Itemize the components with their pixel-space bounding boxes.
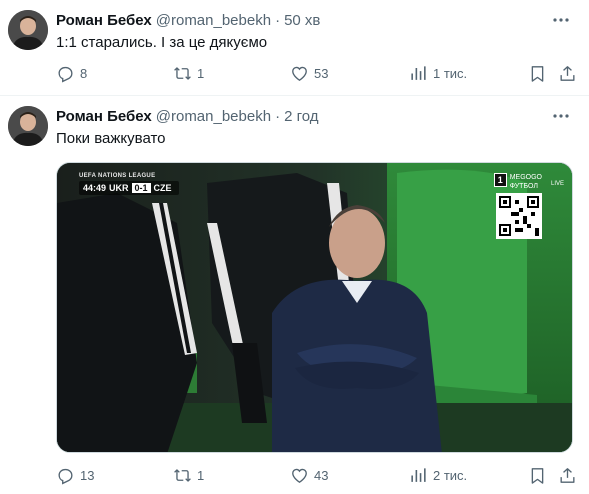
- share-button[interactable]: [558, 464, 577, 486]
- match-clock: 44:49: [83, 183, 107, 193]
- reply-count: 13: [80, 467, 95, 483]
- timestamp[interactable]: 50 хв: [284, 12, 320, 29]
- views-count: 2 тис.: [433, 467, 468, 483]
- views-count: 1 тис.: [433, 65, 468, 81]
- reply-button[interactable]: 13: [56, 464, 94, 486]
- reply-count: 8: [80, 65, 88, 81]
- tweet-media[interactable]: UEFA NATIONS LEAGUE 44:49 UKR 0-1 CZE 1 …: [56, 162, 573, 453]
- repost-button[interactable]: 1: [173, 62, 204, 84]
- separator: ·: [275, 107, 281, 125]
- views-button[interactable]: 2 тис.: [409, 464, 467, 486]
- tweet-actions: 13 1 43 2 тис.: [56, 464, 581, 486]
- heart-icon: [292, 66, 307, 81]
- repost-icon: [174, 468, 191, 482]
- views-icon: [411, 467, 426, 482]
- bookmark-icon: [531, 467, 544, 484]
- more-icon[interactable]: [551, 108, 571, 124]
- home-team: UKR: [109, 183, 129, 193]
- scoreboard-overlay: UEFA NATIONS LEAGUE 44:49 UKR 0-1 CZE: [79, 173, 179, 195]
- views-icon: [411, 65, 426, 80]
- reply-icon: [58, 66, 73, 82]
- tweet[interactable]: Роман Бебех @roman_bebekh · 2 год Поки в…: [0, 96, 589, 494]
- author-handle[interactable]: @roman_bebekh: [156, 12, 271, 29]
- bookmark-button[interactable]: [528, 62, 547, 84]
- broadcaster-sub: ФУТБОЛ: [509, 183, 538, 190]
- more-icon[interactable]: [551, 12, 571, 28]
- score: 0-1: [131, 183, 151, 193]
- qr-code-icon: [496, 193, 542, 239]
- reply-button[interactable]: 8: [56, 62, 87, 84]
- score-row: 44:49 UKR 0-1 CZE: [79, 181, 179, 195]
- repost-count: 1: [197, 65, 205, 81]
- timestamp[interactable]: 2 год: [284, 108, 318, 125]
- author-handle[interactable]: @roman_bebekh: [156, 108, 271, 125]
- tweet[interactable]: Роман Бебех @roman_bebekh · 50 хв 1:1 ст…: [0, 0, 589, 96]
- repost-button[interactable]: 1: [173, 464, 204, 486]
- author-name[interactable]: Роман Бебех: [56, 108, 152, 125]
- repost-count: 1: [197, 467, 205, 483]
- channel-number: 1: [493, 173, 507, 187]
- tweet-header: Роман Бебех @roman_bebekh · 50 хв: [56, 10, 320, 30]
- broadcaster-name: MEGOGO: [509, 174, 542, 181]
- views-button[interactable]: 1 тис.: [409, 62, 467, 84]
- reply-icon: [58, 468, 73, 484]
- avatar[interactable]: [8, 106, 48, 146]
- author-name[interactable]: Роман Бебех: [56, 12, 152, 29]
- tweet-actions: 8 1 53 1 тис.: [56, 62, 581, 84]
- like-button[interactable]: 43: [290, 464, 328, 486]
- bookmark-icon: [531, 65, 544, 82]
- bookmark-button[interactable]: [528, 464, 547, 486]
- away-team: CZE: [153, 183, 172, 193]
- tweet-header: Роман Бебех @roman_bebekh · 2 год: [56, 106, 318, 126]
- heart-icon: [292, 468, 307, 483]
- like-count: 43: [314, 467, 329, 483]
- like-count: 53: [314, 65, 329, 81]
- separator: ·: [275, 11, 281, 29]
- league-label: UEFA NATIONS LEAGUE: [79, 173, 156, 179]
- share-icon: [560, 65, 575, 81]
- repost-icon: [174, 66, 191, 80]
- live-label: LIVE: [550, 181, 564, 187]
- broadcaster-overlay: 1 MEGOGO ФУТБОЛ LIVE: [493, 173, 564, 191]
- tweet-text: Поки важкувато: [56, 130, 166, 147]
- avatar[interactable]: [8, 10, 48, 50]
- tweet-text: 1:1 старались. І за це дякуємо: [56, 34, 268, 51]
- like-button[interactable]: 53: [290, 62, 328, 84]
- share-button[interactable]: [558, 62, 577, 84]
- share-icon: [560, 467, 575, 483]
